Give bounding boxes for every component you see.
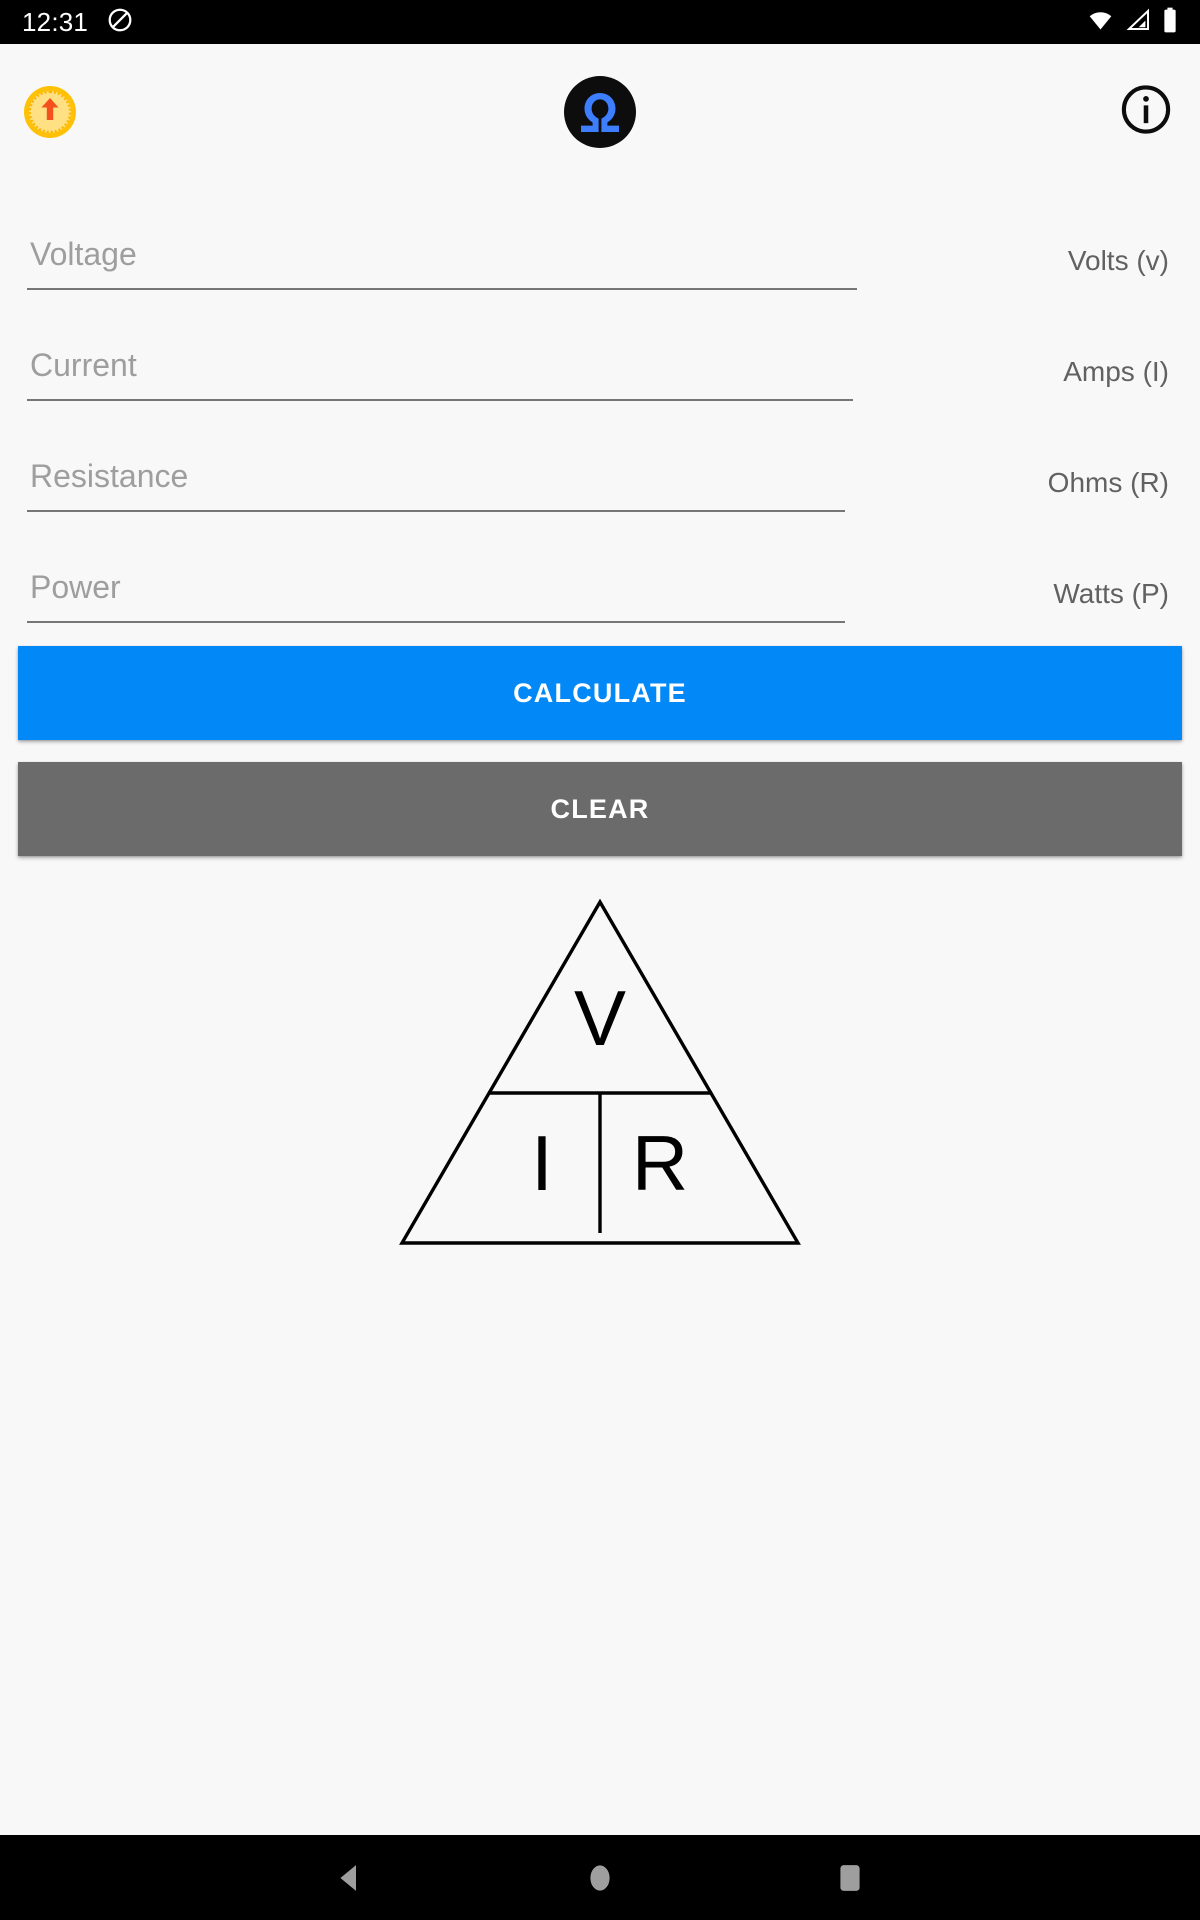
- app-screen: 12:31 Voltage Volts (v) Current Amps (I)…: [0, 0, 1200, 1920]
- do-not-disturb-icon: [107, 7, 133, 38]
- status-clock: 12:31: [22, 7, 89, 37]
- input-fields: Volts (v) Amps (I) Ohms (R) Watts (P): [0, 179, 1200, 623]
- power-field-box: [27, 567, 845, 623]
- field-row-current: Amps (I): [0, 290, 1200, 401]
- current-input[interactable]: [27, 345, 853, 401]
- home-circle-icon: [590, 1864, 610, 1891]
- recents-button[interactable]: [811, 1839, 889, 1917]
- power-input[interactable]: [27, 567, 845, 623]
- voltage-field-box: [27, 234, 857, 290]
- triangle-letter-r: R: [632, 1119, 688, 1207]
- back-button[interactable]: [311, 1839, 389, 1917]
- resistance-field-box: [27, 456, 845, 512]
- upgrade-coin-button[interactable]: [24, 85, 76, 138]
- field-row-power: Watts (P): [0, 512, 1200, 623]
- triangle-letter-v: V: [574, 974, 626, 1062]
- android-nav-bar: [0, 1835, 1200, 1920]
- info-button[interactable]: [1120, 83, 1172, 140]
- recents-square-icon: [840, 1864, 860, 1891]
- status-bar: 12:31: [0, 0, 1200, 44]
- triangle-letter-i: I: [531, 1119, 553, 1207]
- back-triangle-icon: [340, 1864, 356, 1891]
- omega-logo-circle: [564, 75, 636, 148]
- coin-badge-icon: [24, 85, 76, 138]
- voltage-input[interactable]: [27, 234, 857, 290]
- app-bar: [0, 44, 1200, 179]
- status-bar-right: [1087, 7, 1186, 38]
- current-unit-label: Amps (I): [1063, 356, 1169, 387]
- calculate-button[interactable]: CALCULATE: [18, 646, 1182, 740]
- ohms-law-triangle: V I R: [0, 890, 1200, 1270]
- status-bar-left: 12:31: [22, 7, 133, 38]
- clear-button[interactable]: CLEAR: [18, 762, 1182, 856]
- current-field-box: [27, 345, 853, 401]
- triangle-graphic: V I R: [399, 898, 801, 1245]
- field-row-voltage: Volts (v): [0, 179, 1200, 290]
- resistance-input[interactable]: [27, 456, 845, 512]
- info-icon: [1121, 84, 1171, 134]
- battery-icon: [1162, 7, 1178, 38]
- home-button[interactable]: [561, 1839, 639, 1917]
- wifi-icon: [1087, 8, 1114, 37]
- field-row-resistance: Ohms (R): [0, 401, 1200, 512]
- resistance-unit-label: Ohms (R): [1047, 467, 1169, 498]
- omega-glyph-icon: [581, 92, 619, 132]
- up-arrow-icon: [39, 96, 61, 127]
- omega-logo: [564, 75, 636, 148]
- action-buttons: CALCULATE CLEAR: [0, 646, 1200, 878]
- voltage-unit-label: Volts (v): [1067, 245, 1169, 276]
- cellular-signal-icon: [1125, 8, 1151, 37]
- power-unit-label: Watts (P): [1053, 578, 1169, 609]
